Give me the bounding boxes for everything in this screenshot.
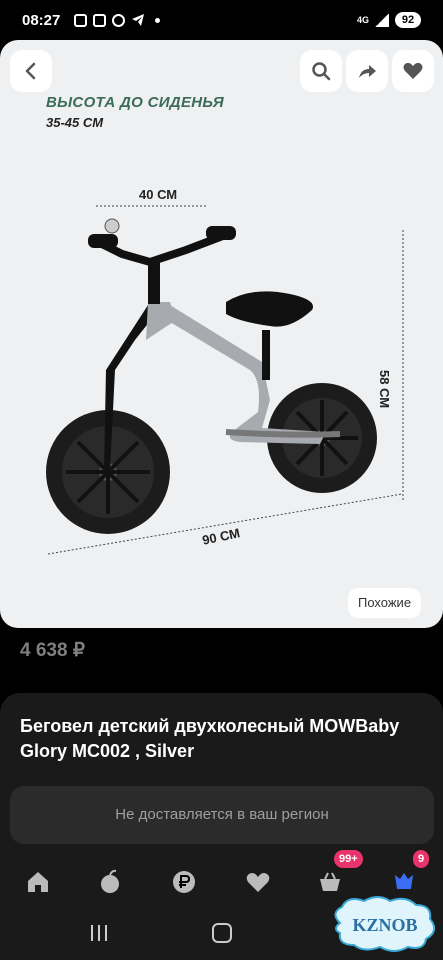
whatsapp-icon (112, 13, 125, 27)
watermark-text: KZNOB (352, 915, 417, 935)
favorite-button[interactable] (392, 50, 434, 92)
heart-icon (403, 62, 423, 79)
share-icon (359, 65, 376, 78)
catalog-icon (101, 869, 119, 893)
back-button[interactable] (10, 50, 52, 92)
recents-button[interactable] (91, 925, 107, 941)
payment-icon (173, 871, 195, 893)
profile-icon (395, 873, 413, 889)
status-bar: 08:27 4G 92 (0, 0, 443, 40)
signal-icon (375, 13, 389, 27)
nav-catalog[interactable] (90, 862, 130, 902)
status-notifications (74, 13, 160, 27)
delivery-status: Не доставляется в ваш регион (10, 786, 434, 844)
chevron-left-icon (25, 62, 36, 80)
home-icon (28, 872, 48, 892)
cart-badge: 99+ (334, 850, 363, 868)
heart-icon (246, 873, 270, 892)
seat-height-label: ВЫСОТА ДО СИДЕНЬЯ (46, 94, 224, 111)
status-right: 4G 92 (357, 12, 421, 28)
status-time: 08:27 (22, 12, 61, 29)
battery-indicator: 92 (395, 12, 421, 28)
gallery-icon (74, 13, 87, 27)
dim-height-label: 58 СМ (377, 370, 392, 409)
nav-payment[interactable] (164, 862, 204, 902)
product-image[interactable]: ВЫСОТА ДО СИДЕНЬЯ 35-45 СМ 40 СМ 58 СМ 9… (0, 40, 443, 628)
home-button[interactable] (212, 923, 232, 943)
notification-dot-icon (155, 17, 160, 23)
telegram-icon (132, 14, 144, 26)
dim-handlebar-label: 40 СМ (139, 187, 178, 202)
share-button[interactable] (346, 50, 388, 92)
network-label: 4G (356, 14, 369, 25)
product-price: 4 638 ₽ (20, 640, 85, 661)
search-button[interactable] (300, 50, 342, 92)
watermark-logo: KZNOB (334, 896, 436, 952)
nav-favorites[interactable] (238, 862, 278, 902)
profile-badge: 9 (413, 850, 430, 868)
nav-home[interactable] (18, 862, 58, 902)
similar-button[interactable]: Похожие (348, 588, 422, 618)
product-title: Беговел детский двухколесный MOWBaby Glo… (20, 716, 400, 761)
search-icon (312, 62, 331, 81)
cart-icon (320, 872, 340, 891)
seat-height-value: 35-45 СМ (46, 115, 104, 130)
message-icon (93, 13, 106, 27)
